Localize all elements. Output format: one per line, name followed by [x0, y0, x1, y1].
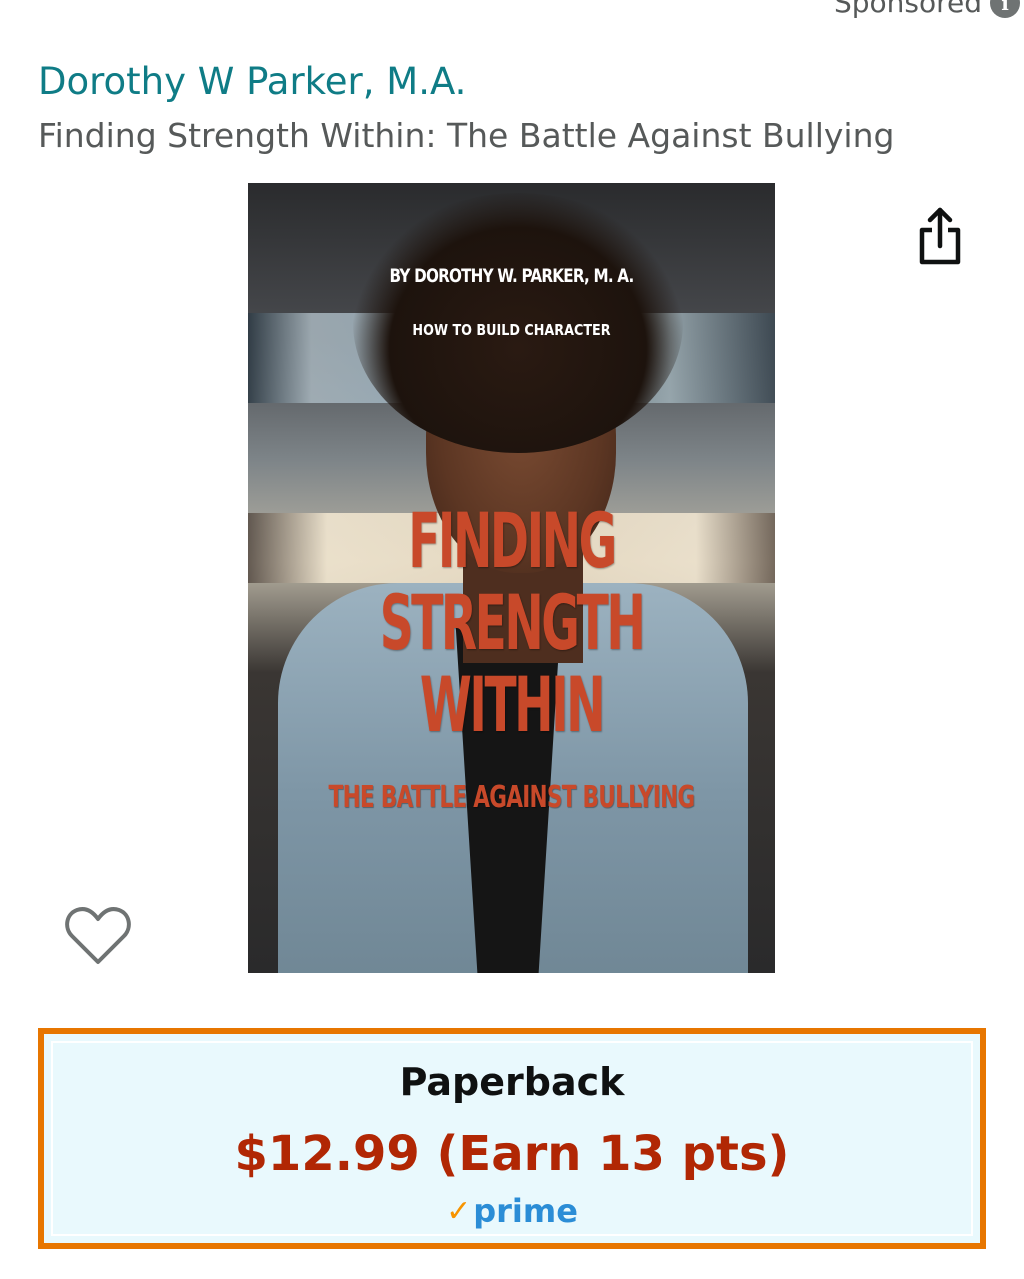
share-icon: [919, 207, 961, 265]
cover-tagline: HOW TO BUILD CHARACTER: [412, 321, 611, 339]
format-option-paperback[interactable]: Paperback $12.99 (Earn 13 pts) ✓ prime: [38, 1028, 986, 1249]
sponsored-label[interactable]: Sponsored i: [834, 0, 1020, 19]
share-button[interactable]: [912, 204, 968, 268]
format-label: Paperback: [399, 1060, 625, 1104]
book-cover-image[interactable]: BY DOROTHY W. PARKER, M. A. HOW TO BUILD…: [248, 183, 775, 973]
prime-check-icon: ✓: [446, 1193, 472, 1229]
add-to-wishlist-button[interactable]: [64, 904, 132, 968]
cover-title-line-2: STRENGTH: [379, 578, 646, 667]
cover-subtitle: THE BATTLE AGAINST BULLYING: [328, 780, 696, 815]
product-title[interactable]: Finding Strength Within: The Battle Agai…: [38, 116, 894, 155]
heart-icon: [65, 907, 131, 964]
prime-label: prime: [473, 1192, 578, 1230]
author-link[interactable]: Dorothy W Parker, M.A.: [38, 60, 466, 103]
price-text: $12.99 (Earn 13 pts): [234, 1126, 790, 1182]
cover-title-line-3: WITHIN: [419, 660, 606, 749]
info-icon[interactable]: i: [990, 0, 1020, 18]
cover-author-line: BY DOROTHY W. PARKER, M. A.: [389, 265, 634, 287]
prime-badge: ✓ prime: [44, 1192, 980, 1230]
sponsored-text: Sponsored: [833, 0, 982, 19]
cover-title-line-1: FINDING: [408, 496, 617, 585]
